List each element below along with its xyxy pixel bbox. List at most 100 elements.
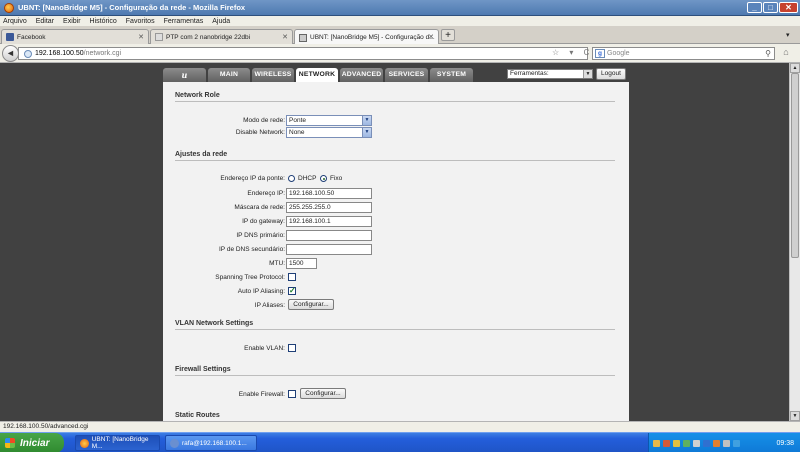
ubnt-logo-tab[interactable]: u [163, 68, 206, 82]
tab-close-icon[interactable]: ✕ [428, 33, 434, 41]
browser-tab-bar: Facebook ✕ PTP com 2 nanobridge 22dbi ✕ … [0, 26, 800, 45]
windows-logo-icon [5, 438, 15, 448]
enable-firewall-checkbox[interactable] [288, 390, 296, 398]
menu-editar[interactable]: Editar [36, 18, 54, 25]
tab-system[interactable]: SYSTEM [430, 68, 473, 82]
system-tray: 09:38 [648, 433, 800, 452]
chevron-down-icon: ▼ [362, 116, 371, 125]
minimize-button[interactable]: _ [747, 2, 762, 13]
ip-aliases-label: IP Aliases: [254, 302, 285, 309]
screen: UBNT: [NanoBridge M5] - Configuração da … [0, 0, 800, 452]
tab-label: PTP com 2 nanobridge 22dbi [166, 33, 251, 41]
netmask-label: Máscara de rede: [234, 204, 285, 211]
section-network-role: Network Role [175, 92, 615, 102]
dhcp-label: DHCP [298, 175, 317, 182]
tab-facebook[interactable]: Facebook ✕ [1, 29, 149, 44]
status-bar: 192.168.100.50/advanced.cgi [0, 421, 800, 432]
new-tab-button[interactable]: + [441, 29, 455, 41]
tray-icon[interactable] [683, 439, 690, 447]
gateway-label: IP do gateway: [242, 218, 285, 225]
chevron-down-icon: ▼ [362, 128, 371, 137]
menu-arquivo[interactable]: Arquivo [3, 18, 27, 25]
tab-ubnt[interactable]: UBNT: [NanoBridge M5] - Configuração d..… [294, 29, 439, 45]
fixed-label: Fixo [330, 175, 343, 182]
fixed-radio[interactable] [320, 175, 327, 182]
search-icon[interactable]: ⚲ [765, 49, 771, 58]
menu-ajuda[interactable]: Ajuda [212, 18, 230, 25]
url-bar-icons[interactable]: ☆ ▾ C [552, 48, 593, 57]
page-icon [155, 33, 163, 41]
dns-secondary-input[interactable] [286, 244, 372, 255]
firewall-configure-button[interactable]: Configurar... [300, 388, 346, 399]
tab-label: Facebook [17, 33, 46, 41]
tray-icon[interactable] [673, 439, 680, 447]
url-bar[interactable]: 192.168.100.50/network.cgi [18, 47, 588, 60]
search-input[interactable]: g Google ⚲ [592, 47, 775, 60]
tools-select[interactable]: Ferramentas: ▼ [507, 69, 593, 79]
maximize-button[interactable]: □ [763, 2, 778, 13]
home-icon[interactable]: ⌂ [779, 47, 793, 60]
enable-firewall-label: Enable Firewall: [238, 391, 285, 398]
scroll-up-icon[interactable]: ▲ [790, 63, 800, 73]
search-placeholder: Google [607, 50, 630, 57]
disable-network-label: Disable Network: [235, 129, 285, 136]
tray-icon[interactable] [693, 439, 700, 447]
back-button[interactable]: ◄ [2, 45, 19, 62]
scrollbar-thumb[interactable] [791, 73, 799, 258]
menu-favoritos[interactable]: Favoritos [126, 18, 155, 25]
tab-close-icon[interactable]: ✕ [138, 33, 144, 41]
ip-address-input[interactable]: 192.168.100.50 [286, 188, 372, 199]
tray-icon[interactable] [713, 439, 720, 447]
network-mode-label: Modo de rede: [243, 117, 285, 124]
tab-close-icon[interactable]: ✕ [282, 33, 288, 41]
tray-icon[interactable] [663, 439, 670, 447]
taskbar-item-firefox[interactable]: UBNT: [NanoBridge M... [75, 435, 160, 451]
url-path: /network.cgi [83, 50, 122, 57]
clock: 09:38 [776, 439, 794, 447]
window-title: UBNT: [NanoBridge M5] - Configuração da … [18, 3, 246, 12]
url-host: 192.168.100.50 [35, 50, 84, 57]
menu-historico[interactable]: Histórico [90, 18, 117, 25]
tab-list-icon[interactable]: ▾ [786, 31, 790, 39]
tab-main[interactable]: MAIN [208, 68, 250, 82]
tab-ptp[interactable]: PTP com 2 nanobridge 22dbi ✕ [150, 29, 293, 44]
network-mode-select[interactable]: Ponte ▼ [286, 115, 372, 126]
stp-label: Spanning Tree Protocol: [215, 274, 285, 281]
taskbar-item-putty[interactable]: rafa@192.168.100.1... [165, 435, 257, 451]
dhcp-radio[interactable] [288, 175, 295, 182]
page-scrollbar[interactable]: ▲ ▼ [789, 63, 800, 421]
tab-services[interactable]: SERVICES [385, 68, 428, 82]
logout-button[interactable]: Logout [596, 68, 626, 80]
tab-network[interactable]: NETWORK [296, 68, 338, 82]
disable-network-select[interactable]: None ▼ [286, 127, 372, 138]
stp-checkbox[interactable] [288, 273, 296, 281]
google-icon[interactable]: g [595, 49, 605, 58]
netmask-input[interactable]: 255.255.255.0 [286, 202, 372, 213]
windows-taskbar: Iniciar UBNT: [NanoBridge M... rafa@192.… [0, 432, 800, 452]
navigation-bar: ◄ 192.168.100.50/network.cgi ☆ ▾ C g Goo… [0, 44, 800, 63]
window-titlebar: UBNT: [NanoBridge M5] - Configuração da … [0, 0, 800, 16]
tray-icon[interactable] [653, 439, 660, 447]
ip-aliases-configure-button[interactable]: Configurar... [288, 299, 334, 310]
menu-ferramentas[interactable]: Ferramentas [164, 18, 204, 25]
gateway-input[interactable]: 192.168.100.1 [286, 216, 372, 227]
terminal-icon [170, 438, 179, 448]
enable-vlan-checkbox[interactable] [288, 344, 296, 352]
tab-label: UBNT: [NanoBridge M5] - Configuração d..… [310, 34, 435, 41]
menu-exibir[interactable]: Exibir [63, 18, 81, 25]
volume-icon[interactable] [733, 439, 740, 447]
dns-primary-input[interactable] [286, 230, 372, 241]
scroll-down-icon[interactable]: ▼ [790, 411, 800, 421]
close-button[interactable]: ✕ [779, 2, 798, 13]
device-tabs: u MAIN WIRELESS NETWORK ADVANCED SERVICE… [163, 68, 475, 82]
mtu-input[interactable]: 1500 [286, 258, 317, 269]
start-button[interactable]: Iniciar [0, 433, 64, 452]
network-icon[interactable] [723, 439, 730, 447]
tab-wireless[interactable]: WIRELESS [252, 68, 294, 82]
auto-ip-alias-checkbox[interactable] [288, 286, 296, 295]
auto-ip-alias-label: Auto IP Aliasing: [237, 288, 285, 295]
tray-icon[interactable] [703, 439, 710, 447]
menu-bar: Arquivo Editar Exibir Histórico Favorito… [0, 16, 800, 26]
tab-advanced[interactable]: ADVANCED [340, 68, 383, 82]
dns-secondary-label: IP de DNS secundário: [219, 246, 285, 253]
